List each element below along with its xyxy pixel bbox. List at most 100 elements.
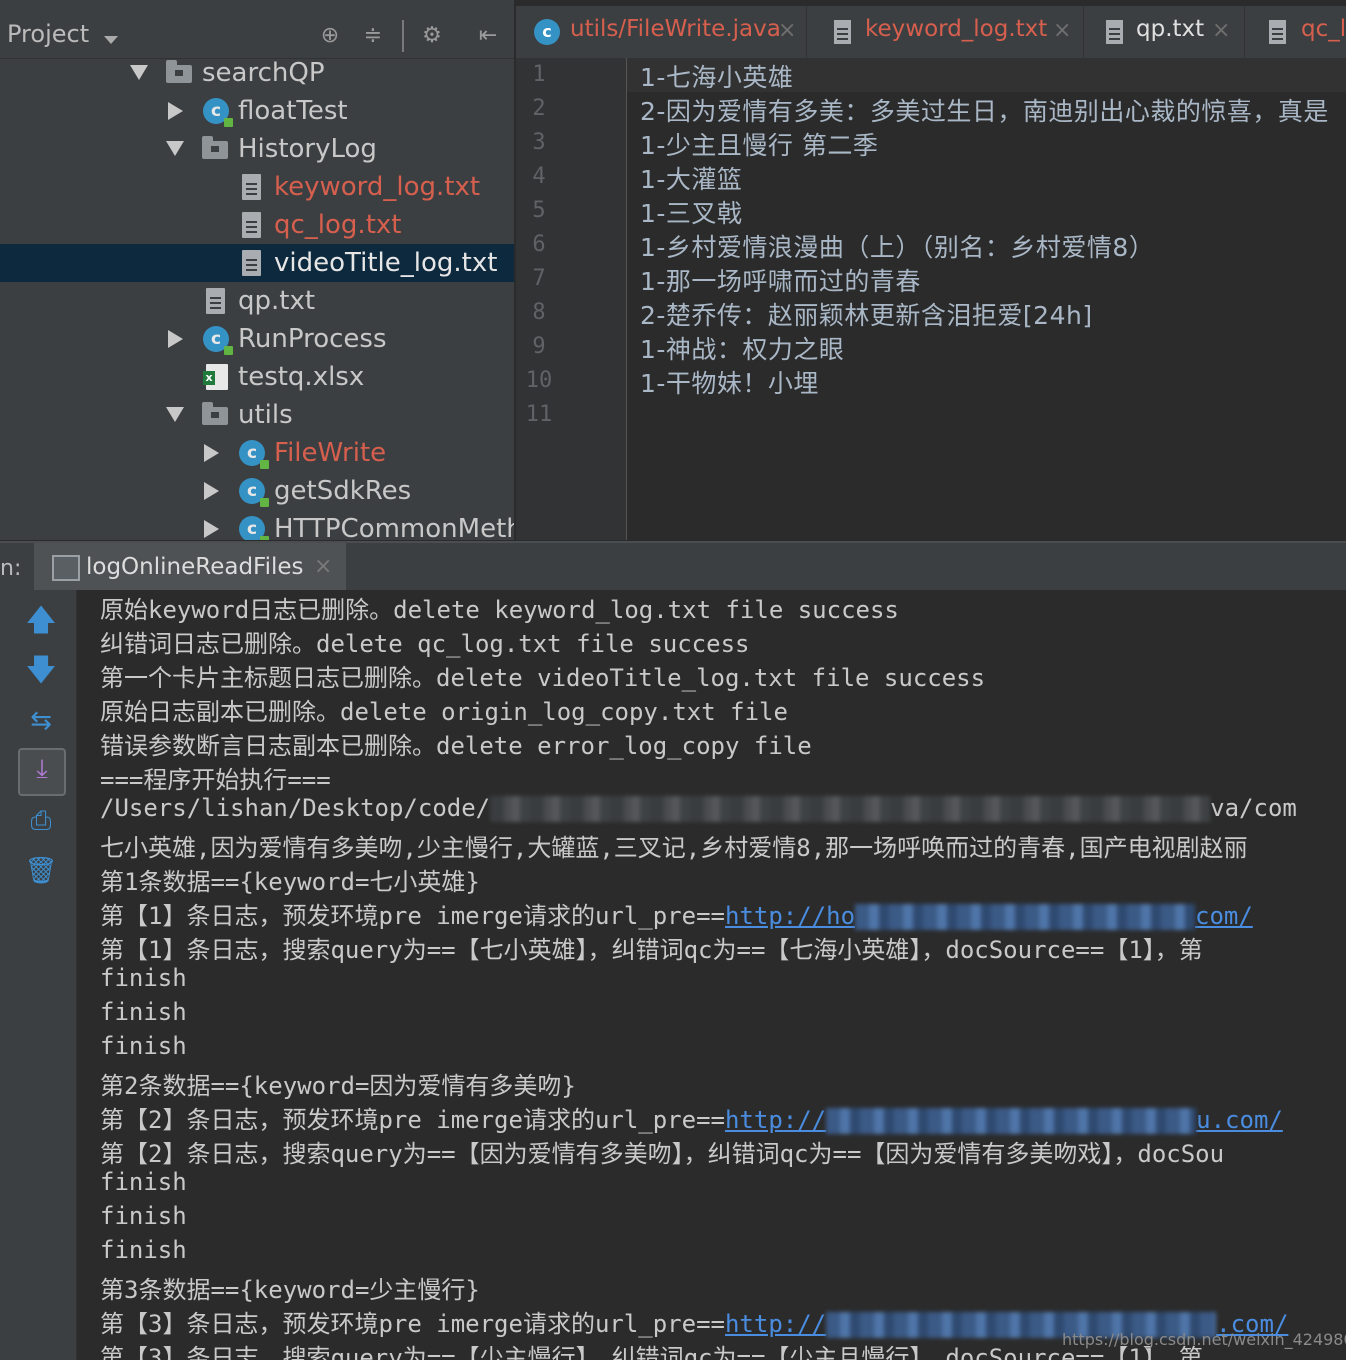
chevron-down-icon[interactable] bbox=[104, 36, 118, 44]
console-line: ===程序开始执行=== bbox=[100, 766, 331, 794]
folder-icon bbox=[166, 60, 192, 83]
line-number: 5 bbox=[532, 198, 546, 223]
tree-item-testq[interactable]: testq.xlsx bbox=[0, 358, 514, 396]
redacted-blur bbox=[855, 904, 1196, 930]
text-file-icon bbox=[1106, 20, 1123, 44]
tree-item-label: HistoryLog bbox=[238, 134, 377, 164]
console-text: 第【1】条日志，预发环境pre imerge请求的url_pre== bbox=[100, 902, 725, 930]
tab-label: utils/FileWrite.java bbox=[570, 16, 781, 42]
run-panel-title: n: bbox=[0, 556, 22, 581]
expand-arrow-icon[interactable] bbox=[166, 407, 184, 422]
editor-line[interactable]: 2-楚乔传：赵丽颖林更新含泪拒爱[24h] bbox=[640, 296, 1093, 332]
editor-line[interactable]: 2-因为爱情有多美：多美过生日，南迪别出心裁的惊喜，真是 bbox=[640, 92, 1329, 128]
console-line: 原始keyword日志已删除。delete keyword_log.txt fi… bbox=[100, 596, 899, 624]
tab-filewrite-java[interactable]: c utils/FileWrite.java × bbox=[516, 6, 807, 58]
project-view-title[interactable]: Project bbox=[7, 20, 89, 48]
console-line: 第一个卡片主标题日志已删除。delete videoTitle_log.txt … bbox=[100, 664, 986, 692]
run-panel-header: n: logOnlineReadFiles × bbox=[0, 541, 1346, 592]
tab-run-configuration[interactable]: logOnlineReadFiles × bbox=[34, 543, 346, 591]
console-line: finish bbox=[100, 1202, 187, 1230]
editor-line[interactable]: 1-三叉戟 bbox=[640, 194, 742, 230]
close-icon[interactable]: × bbox=[778, 18, 796, 43]
gear-icon[interactable]: ⚙ bbox=[418, 22, 446, 50]
tree-item-videotitle-log[interactable]: videoTitle_log.txt bbox=[0, 244, 514, 282]
editor-line[interactable]: 1-那一场呼啸而过的青春 bbox=[640, 262, 921, 298]
expand-arrow-icon[interactable] bbox=[130, 65, 148, 80]
tree-item-searchqp[interactable]: searchQP bbox=[0, 54, 514, 92]
console-line: 第【1】条日志，预发环境pre imerge请求的url_pre==http:/… bbox=[100, 896, 1253, 931]
excel-file-icon bbox=[203, 364, 228, 390]
tree-item-getsdkres[interactable]: c getSdkRes bbox=[0, 472, 514, 510]
console-url-link[interactable]: http:// u.com/ bbox=[725, 1106, 1283, 1134]
console-path-text: va/com bbox=[1210, 794, 1297, 822]
tree-item-qc-log[interactable]: qc_log.txt bbox=[0, 206, 514, 244]
line-number: 11 bbox=[525, 402, 553, 427]
editor-line[interactable]: 1-大灌篮 bbox=[640, 160, 742, 196]
url-text: u.com/ bbox=[1196, 1106, 1283, 1134]
tab-qc-log[interactable]: qc_l bbox=[1245, 6, 1346, 58]
tab-keyword-log[interactable]: keyword_log.txt × bbox=[807, 6, 1084, 58]
tree-item-runprocess[interactable]: c RunProcess bbox=[0, 320, 514, 358]
tree-item-filewrite[interactable]: c FileWrite bbox=[0, 434, 514, 472]
collapsed-arrow-icon[interactable] bbox=[168, 102, 183, 120]
console-output[interactable]: 原始keyword日志已删除。delete keyword_log.txt fi… bbox=[77, 590, 1346, 1360]
console-line: 纠错词日志已删除。delete qc_log.txt file success bbox=[100, 630, 750, 658]
tree-item-label: videoTitle_log.txt bbox=[274, 248, 498, 278]
console-line: 错误参数断言日志副本已删除。delete error_log_copy file bbox=[100, 732, 812, 760]
tree-item-label: qp.txt bbox=[238, 286, 316, 316]
collapsed-arrow-icon[interactable] bbox=[204, 482, 219, 500]
console-line: 第【2】条日志，搜索query为==【因为爱情有多美吻】，纠错词qc为==【因为… bbox=[100, 1140, 1225, 1168]
redacted-blur bbox=[490, 796, 1211, 822]
line-number: 10 bbox=[525, 368, 553, 393]
line-number: 9 bbox=[532, 334, 546, 359]
expand-arrow-icon[interactable] bbox=[166, 141, 184, 156]
tree-item-qp[interactable]: qp.txt bbox=[0, 282, 514, 320]
tree-item-floattest[interactable]: c floatTest bbox=[0, 92, 514, 130]
project-panel-header: Project ⊕ ≑ ⚙ ⇤ bbox=[0, 6, 514, 59]
up-arrow-icon[interactable]: 🡅 bbox=[22, 602, 60, 640]
java-class-icon: c bbox=[203, 98, 233, 127]
close-icon[interactable]: × bbox=[314, 554, 332, 579]
editor-tab-bar: c utils/FileWrite.java × keyword_log.txt… bbox=[516, 6, 1346, 59]
editor-line[interactable]: 1-少主且慢行 第二季 bbox=[640, 126, 878, 162]
editor-line[interactable]: 1-乡村爱情浪漫曲（上）（别名：乡村爱情8） bbox=[640, 228, 1154, 264]
url-text: http:// bbox=[724, 1106, 827, 1134]
console-line: 第【3】条日志，搜索query为==【少主慢行】，纠错词qc为==【少主且慢行】… bbox=[100, 1344, 1203, 1360]
console-line: finish bbox=[100, 1032, 187, 1060]
close-icon[interactable]: × bbox=[1053, 18, 1071, 43]
tree-item-historylog[interactable]: HistoryLog bbox=[0, 130, 514, 168]
down-arrow-icon[interactable]: 🡇 bbox=[22, 652, 60, 690]
project-panel: Project ⊕ ≑ ⚙ ⇤ searchQP c floatTest His… bbox=[0, 0, 514, 540]
url-text: com/ bbox=[1195, 902, 1253, 930]
console-url-link[interactable]: http://ho com/ bbox=[725, 902, 1253, 930]
editor-line[interactable]: 1-神战：权力之眼 bbox=[640, 330, 844, 366]
text-file-icon bbox=[242, 212, 261, 238]
line-number: 7 bbox=[532, 266, 546, 291]
trash-icon[interactable]: 🗑 bbox=[22, 852, 60, 890]
java-class-icon: c bbox=[239, 478, 269, 507]
print-icon[interactable]: ⎙ bbox=[22, 802, 60, 840]
crosshair-icon[interactable]: ⊕ bbox=[316, 22, 344, 50]
rerun-toggle-icon[interactable]: ⇆ bbox=[22, 702, 60, 740]
tree-item-keyword-log[interactable]: keyword_log.txt bbox=[0, 168, 514, 206]
tree-item-label: keyword_log.txt bbox=[274, 172, 481, 202]
run-toolbar: 🡅 🡇 ⇆ ⤓ ⎙ 🗑 bbox=[0, 590, 77, 1360]
tab-qp-txt[interactable]: qp.txt × bbox=[1084, 6, 1245, 58]
soft-wrap-icon[interactable]: ⤓ bbox=[18, 748, 66, 796]
tab-label: qc_l bbox=[1301, 16, 1346, 42]
collapsed-arrow-icon[interactable] bbox=[168, 330, 183, 348]
line-number-gutter: 1 2 3 4 5 6 7 8 9 10 11 bbox=[516, 58, 627, 540]
tree-item-utils[interactable]: utils bbox=[0, 396, 514, 434]
collapsed-arrow-icon[interactable] bbox=[204, 444, 219, 462]
collapsed-arrow-icon[interactable] bbox=[204, 520, 219, 538]
editor-line[interactable]: 1-干物妹！小埋 bbox=[640, 364, 819, 400]
hide-panel-icon[interactable]: ⇤ bbox=[474, 22, 502, 50]
console-line: 原始日志副本已删除。delete origin_log_copy.txt fil… bbox=[100, 698, 788, 726]
tab-label: qp.txt bbox=[1136, 16, 1205, 42]
tree-item-httpcommonmeth[interactable]: c HTTPCommonMeth bbox=[0, 510, 514, 540]
collapse-all-icon[interactable]: ≑ bbox=[359, 22, 387, 50]
editor-line[interactable]: 1-七海小英雄 bbox=[640, 58, 793, 94]
text-file-icon bbox=[834, 20, 851, 44]
tree-item-label: searchQP bbox=[202, 58, 325, 88]
close-icon[interactable]: × bbox=[1212, 18, 1230, 43]
